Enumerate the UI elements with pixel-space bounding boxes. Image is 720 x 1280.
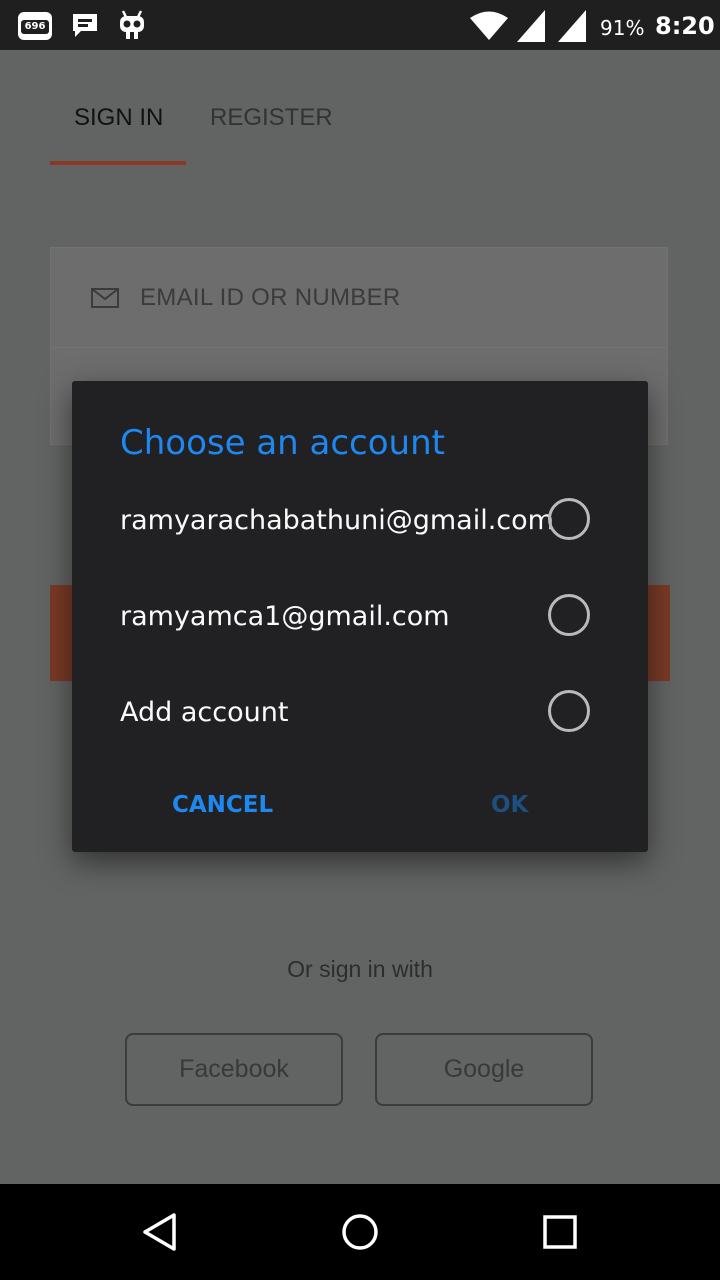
account-option-label: ramyarachabathuni@gmail.com xyxy=(120,505,554,536)
cell-signal-2-icon xyxy=(558,10,586,42)
battery-percent: 91% xyxy=(600,16,645,40)
account-option[interactable]: ramyamca1@gmail.com xyxy=(72,577,648,673)
wifi-icon xyxy=(470,11,508,40)
tab-sign-in[interactable]: SIGN IN xyxy=(74,104,163,132)
back-icon[interactable] xyxy=(140,1212,180,1252)
notification-badge-icon: 696 xyxy=(18,12,52,40)
recents-icon[interactable] xyxy=(542,1212,578,1252)
badge-count: 696 xyxy=(21,20,49,34)
radio-button[interactable] xyxy=(548,498,590,540)
form-divider xyxy=(51,347,667,348)
cell-signal-icon xyxy=(517,10,545,42)
account-option-label: ramyamca1@gmail.com xyxy=(120,601,450,632)
dialog-title: Choose an account xyxy=(120,423,445,463)
ok-button[interactable]: OK xyxy=(491,792,528,818)
add-account-option[interactable]: Add account xyxy=(72,673,648,769)
clock: 8:20 xyxy=(655,12,715,40)
choose-account-dialog: Choose an account ramyarachabathuni@gmai… xyxy=(72,381,648,852)
or-sign-in-with-label: Or sign in with xyxy=(287,956,433,982)
status-bar: 696 91% 8:20 xyxy=(0,0,720,50)
home-icon[interactable] xyxy=(340,1212,380,1252)
add-account-label: Add account xyxy=(120,697,289,728)
mail-icon xyxy=(91,288,119,308)
radio-button[interactable] xyxy=(548,690,590,732)
account-option[interactable]: ramyarachabathuni@gmail.com xyxy=(72,481,648,577)
radio-button[interactable] xyxy=(548,594,590,636)
facebook-button[interactable]: Facebook xyxy=(125,1033,343,1106)
message-icon xyxy=(73,14,97,37)
email-input[interactable]: EMAIL ID OR NUMBER xyxy=(140,284,401,312)
tab-register[interactable]: REGISTER xyxy=(210,104,333,132)
google-button[interactable]: Google xyxy=(375,1033,593,1106)
cancel-button[interactable]: CANCEL xyxy=(172,792,273,818)
navigation-bar xyxy=(0,1184,720,1280)
active-tab-indicator xyxy=(50,161,186,165)
cyanogen-android-icon xyxy=(120,10,144,39)
